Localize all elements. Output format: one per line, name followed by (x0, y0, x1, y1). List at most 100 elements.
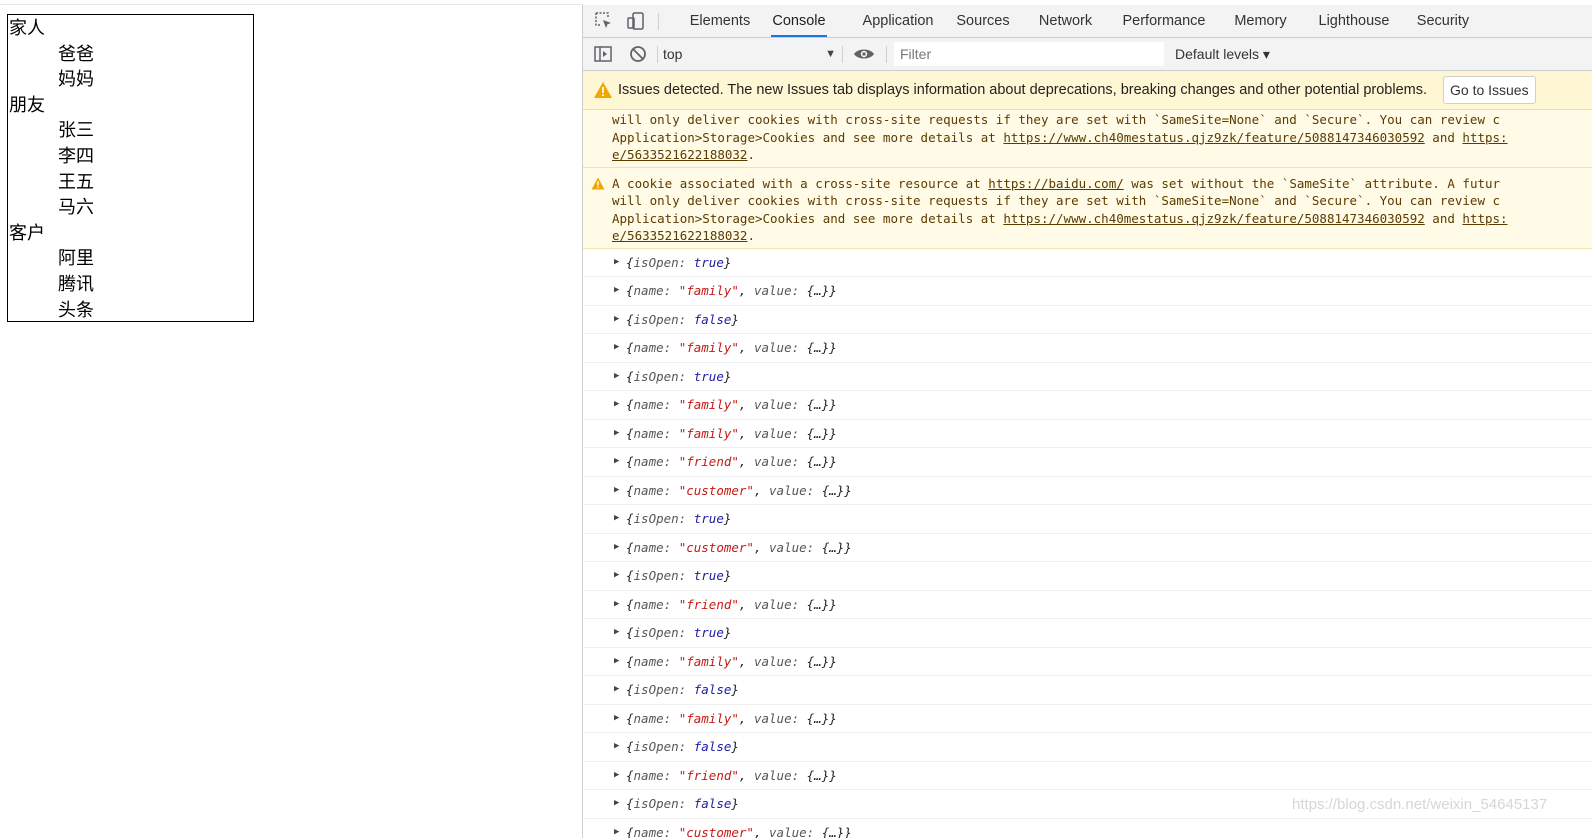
go-to-issues-button[interactable]: Go to Issues (1443, 76, 1536, 104)
brace: } (829, 283, 837, 298)
object-key: value: (753, 425, 807, 441)
inspect-icon[interactable] (593, 10, 615, 32)
tree-member: 腾讯 (58, 274, 94, 295)
warning-line: will only deliver cookies with cross-sit… (612, 111, 1592, 129)
warning-link[interactable]: https://baidu.com/ (988, 176, 1123, 191)
warning-link[interactable]: e/5633521622188032 (612, 228, 747, 243)
separator: , (753, 482, 770, 498)
tab-sources[interactable]: Sources (955, 5, 1011, 37)
console-log-row[interactable]: ▶ {name: "friend", value: {…}} (583, 591, 1592, 619)
console-log-row[interactable]: ▶ {name: "family", value: {…}} (583, 391, 1592, 420)
brace: } (829, 397, 837, 412)
warning-line: will only deliver cookies with cross-sit… (612, 192, 1592, 210)
expand-arrow-icon: ▶ (614, 570, 620, 580)
warning-link[interactable]: e/5633521622188032 (612, 147, 747, 162)
tab-console[interactable]: Console (771, 5, 827, 37)
separator: , (738, 653, 754, 669)
collapsed-object: {…} (821, 824, 845, 838)
object-key: isOpen: (633, 625, 694, 640)
eye-icon[interactable] (853, 43, 875, 65)
filter-input[interactable] (894, 42, 1164, 66)
object-key: value: (753, 710, 807, 726)
clear-console-icon[interactable] (627, 43, 649, 65)
separator: , (738, 596, 754, 612)
brace: } (829, 596, 837, 612)
warning-link[interactable]: https://www.ch40mestatus.qjz9zk/feature/… (1003, 130, 1424, 145)
brace: { (626, 539, 634, 555)
console-log-row[interactable]: ▶ {name: "customer", value: {…}} (583, 534, 1592, 562)
string-value: "friend" (678, 767, 739, 783)
console-log-row[interactable]: ▶ {isOpen: true} (583, 249, 1592, 277)
console-log-row[interactable]: ▶ {name: "customer", value: {…}} (583, 477, 1592, 505)
boolean-value: false (693, 311, 732, 327)
tab-performance[interactable]: Performance (1120, 5, 1208, 37)
console-log-row[interactable]: ▶ {isOpen: false} (583, 306, 1592, 334)
console-log-row[interactable]: ▶ {name: "family", value: {…}} (583, 705, 1592, 733)
expand-arrow-icon: ▶ (614, 769, 620, 780)
console-log-row[interactable]: ▶ {name: "family", value: {…}} (583, 648, 1592, 676)
brace: } (829, 767, 837, 783)
tab-network[interactable]: Network (1036, 5, 1095, 37)
tab-elements[interactable]: Elements (683, 5, 757, 37)
warning-link[interactable]: https: (1462, 211, 1507, 226)
tree-group-label[interactable]: 客户 (9, 221, 45, 246)
tree-member: 李四 (58, 146, 94, 167)
expand-arrow-icon: ▶ (614, 342, 620, 352)
console-log-row[interactable]: ▶ {isOpen: true} (583, 363, 1592, 391)
string-value: "customer" (678, 482, 754, 498)
tab-security[interactable]: Security (1416, 5, 1470, 37)
brace: { (626, 653, 634, 669)
expand-arrow-icon: ▶ (614, 456, 620, 466)
object-key: name: (633, 482, 679, 498)
string-value: "family" (678, 710, 739, 726)
brace: } (731, 739, 739, 754)
warning-link[interactable]: https://www.ch40mestatus.qjz9zk/feature/… (1003, 211, 1424, 226)
expand-arrow-icon: ▶ (614, 712, 620, 723)
tab-memory[interactable]: Memory (1231, 5, 1290, 37)
sidebar-toggle-icon[interactable] (592, 43, 614, 65)
collapsed-object: {…} (806, 653, 830, 669)
console-log-row[interactable]: ▶ {isOpen: true} (583, 505, 1592, 534)
object-key: isOpen: (633, 568, 694, 583)
console-log-row[interactable]: ▶ {isOpen: true} (583, 562, 1592, 591)
tree-group-label[interactable]: 朋友 (9, 93, 45, 118)
console-warning: will only deliver cookies with cross-sit… (583, 110, 1592, 168)
console-log-row[interactable]: ▶ {name: "family", value: {…}} (583, 420, 1592, 448)
console-log-row[interactable]: ▶ {isOpen: true} (583, 619, 1592, 648)
warning-link[interactable]: https: (1462, 130, 1507, 145)
tab-application[interactable]: Application (853, 5, 943, 37)
brace: { (626, 568, 634, 583)
context-selector[interactable]: top ▼ (663, 44, 839, 64)
object-key: isOpen: (633, 796, 694, 811)
expand-arrow-icon: ▶ (614, 313, 620, 324)
console-log-row[interactable]: ▶ {name: "family", value: {…}} (583, 334, 1592, 363)
console-log-row[interactable]: ▶ {name: "family", value: {…}} (583, 277, 1592, 306)
brace: { (626, 283, 634, 298)
warning-line: A cookie associated with a cross-site re… (612, 175, 1592, 193)
brace: { (626, 311, 634, 327)
brace: { (626, 796, 634, 811)
expand-arrow-icon: ▶ (614, 741, 620, 751)
console-log-row[interactable]: ▶ {isOpen: false} (583, 733, 1592, 762)
console-log-row[interactable]: ▶ {name: "friend", value: {…}} (583, 762, 1592, 790)
devtools-tabbar: Elements Console Application Sources Network… (583, 5, 1592, 38)
log-levels-dropdown[interactable]: Default levels ▾ (1175, 44, 1270, 64)
warning-line: Application>Storage>Cookies and see more… (612, 210, 1592, 228)
page-top-rule (0, 4, 583, 5)
object-key: value: (753, 283, 807, 298)
collapsed-object: {…} (821, 482, 845, 498)
console-log-row[interactable]: ▶ {isOpen: false} (583, 676, 1592, 705)
tree-member: 头条 (58, 299, 94, 321)
warning-line: Application>Storage>Cookies and see more… (612, 129, 1592, 147)
object-key: isOpen: (633, 739, 694, 754)
collapsed-object: {…} (806, 425, 830, 441)
device-toggle-icon[interactable] (625, 10, 647, 32)
tree-group-label[interactable]: 家人 (9, 16, 45, 41)
tab-lighthouse[interactable]: Lighthouse (1316, 5, 1392, 37)
console-log: will only deliver cookies with cross-sit… (583, 110, 1592, 838)
object-key: value: (769, 824, 822, 838)
brace: { (626, 454, 634, 469)
expand-arrow-icon: ▶ (614, 627, 620, 637)
console-log-row[interactable]: ▶ {name: "customer", value: {…}} (583, 819, 1592, 838)
console-log-row[interactable]: ▶ {name: "friend", value: {…}} (583, 448, 1592, 477)
